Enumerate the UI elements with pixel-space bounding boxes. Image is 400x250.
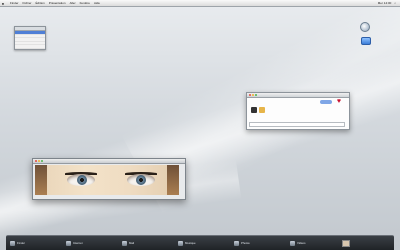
menu-help[interactable]: Aide: [94, 1, 100, 5]
folder-icon[interactable]: [361, 37, 371, 45]
close-button[interactable]: [249, 94, 251, 96]
photo-window: [32, 158, 186, 200]
thumbnail-icon[interactable]: [342, 239, 350, 247]
globe-icon: [66, 240, 71, 246]
photos-icon: [234, 240, 239, 246]
menu-edit[interactable]: Édition: [36, 1, 45, 5]
chat-message-input[interactable]: [249, 122, 345, 127]
dock-item-mail[interactable]: Mail: [118, 240, 174, 246]
dock-item-label: Vidéos: [297, 241, 306, 245]
avatar: [259, 107, 265, 113]
dock-item-finder[interactable]: Finder: [6, 240, 62, 246]
menu-bar: ● Finder Fichier Édition Présentation Al…: [0, 0, 400, 7]
eye-left: [67, 174, 95, 186]
dock-bar: Finder Internet Mail Musique Photos Vidé…: [6, 235, 394, 250]
palette-item[interactable]: [15, 45, 45, 49]
close-button[interactable]: [35, 160, 37, 162]
iris: [136, 175, 146, 185]
heart-icon: ♥: [336, 98, 342, 105]
minimize-button[interactable]: [252, 94, 254, 96]
video-icon: [290, 240, 295, 246]
hair-decor: [167, 165, 179, 195]
eye-right: [127, 174, 155, 186]
avatar: [251, 107, 257, 113]
spotlight-icon[interactable]: ⌕: [394, 1, 396, 5]
iris: [77, 175, 87, 185]
hair-decor: [35, 165, 47, 195]
dock-item-label: Internet: [73, 241, 83, 245]
menu-file[interactable]: Fichier: [23, 1, 32, 5]
finder-icon: [10, 240, 15, 246]
hard-drive-icon[interactable]: [360, 22, 370, 32]
chat-titlebar[interactable]: [247, 93, 349, 98]
chat-window: ♥: [246, 92, 350, 130]
mail-icon: [122, 240, 127, 246]
photo-titlebar[interactable]: [33, 159, 185, 164]
menu-go[interactable]: Aller: [70, 1, 76, 5]
dock-item-photos[interactable]: Photos: [230, 240, 286, 246]
palette-window: [14, 26, 46, 50]
menu-window[interactable]: Fenêtre: [80, 1, 90, 5]
menu-extras: Mer 14:00 ⌕: [375, 0, 396, 6]
menu-finder[interactable]: Finder: [10, 1, 19, 5]
music-icon: [178, 240, 183, 246]
menu-clock[interactable]: Mer 14:00: [378, 1, 392, 5]
zoom-button[interactable]: [41, 160, 43, 162]
apple-menu-icon[interactable]: ●: [0, 1, 6, 6]
zoom-button[interactable]: [255, 94, 257, 96]
photo-image: [35, 165, 179, 195]
dock-item-videos[interactable]: Vidéos: [286, 240, 342, 246]
chat-bubble: [320, 100, 332, 104]
menu-view[interactable]: Présentation: [49, 1, 66, 5]
dock-item-internet[interactable]: Internet: [62, 240, 118, 246]
dock-item-label: Photos: [241, 241, 250, 245]
dock-item-music[interactable]: Musique: [174, 240, 230, 246]
minimize-button[interactable]: [38, 160, 40, 162]
dock-item-label: Finder: [17, 241, 25, 245]
dock-item-label: Musique: [185, 241, 196, 245]
dock-item-label: Mail: [129, 241, 135, 245]
